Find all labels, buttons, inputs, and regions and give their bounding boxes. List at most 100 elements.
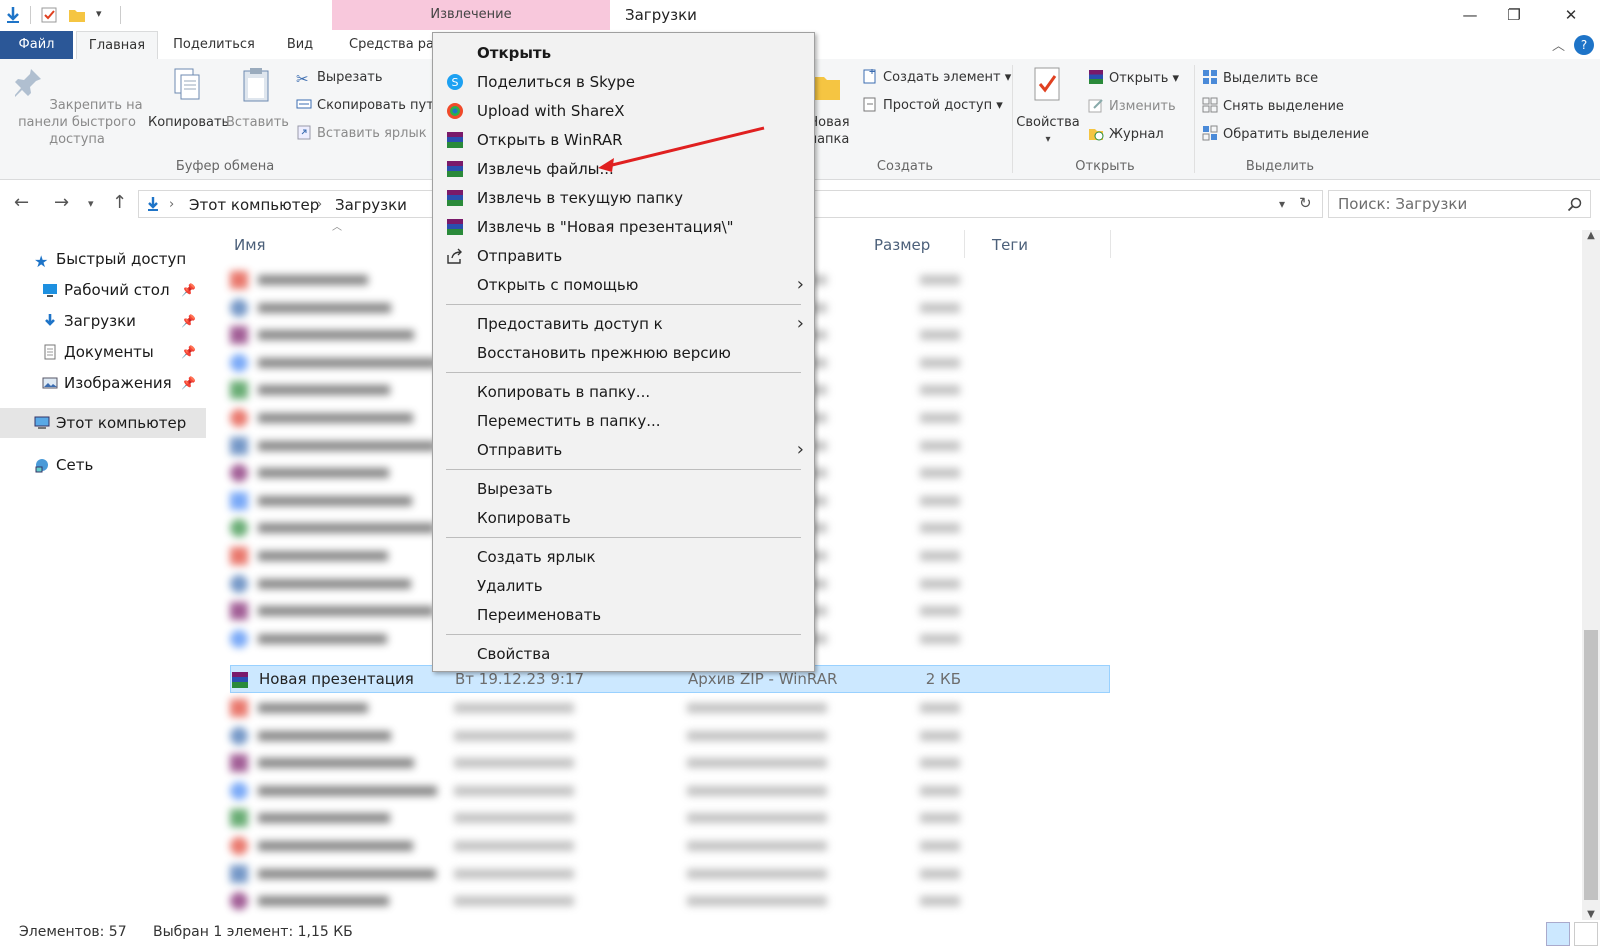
cut-button[interactable]: ✂ Вырезать [296,67,383,89]
menu-item-copy-to[interactable]: Копировать в папку... [433,378,814,406]
copy-button[interactable]: Копировать [148,65,229,131]
help-icon[interactable]: ? [1574,35,1594,55]
pin-icon[interactable]: 📌 [181,368,196,398]
tab-view[interactable]: Вид [274,31,326,59]
search-box[interactable] [1328,190,1591,218]
breadcrumb-downloads[interactable]: Загрузки [335,196,407,214]
menu-item-extract-to[interactable]: Извлечь в "Новая презентация\" [433,213,814,241]
refresh-icon[interactable]: ↻ [1299,194,1312,212]
menu-item-extract-here[interactable]: Извлечь в текущую папку [433,184,814,212]
nav-downloads[interactable]: Загрузки 📌 [0,306,206,336]
pin-quick-access-button[interactable]: Закрепить на панели быстрого доступа [6,65,148,148]
vertical-scrollbar[interactable]: ▲ ▼ [1582,230,1600,920]
menu-item-create-shortcut[interactable]: Создать ярлык [433,543,814,571]
easy-access-button[interactable]: Простой доступ ▾ [862,95,1003,117]
menu-item-copy[interactable]: Копировать [433,504,814,532]
menu-item-cut[interactable]: Вырезать [433,475,814,503]
properties-button[interactable]: Свойства ▾ [1016,65,1080,148]
scroll-up-icon[interactable]: ▲ [1582,230,1600,241]
history-button[interactable]: Журнал [1088,124,1164,146]
status-bar: Элементов: 57 Выбран 1 элемент: 1,15 КБ [0,920,1600,948]
table-row[interactable] [230,860,1110,888]
menu-item-rename[interactable]: Переименовать [433,601,814,629]
qa-customize-icon[interactable]: ▾ [96,7,102,20]
table-row[interactable] [230,749,1110,777]
nav-documents[interactable]: Документы 📌 [0,337,206,367]
menu-item-open-with[interactable]: Открыть с помощью › [433,271,814,299]
table-row[interactable] [230,832,1110,860]
menu-item-sharex[interactable]: Upload with ShareX [433,97,814,125]
edit-button[interactable]: Изменить [1088,96,1176,118]
nav-desktop[interactable]: Рабочий стол 📌 [0,275,206,305]
menu-item-restore-version[interactable]: Восстановить прежнюю версию [433,339,814,367]
menu-item-open-winrar[interactable]: Открыть в WinRAR [433,126,814,154]
select-all-button[interactable]: Выделить все [1202,68,1318,90]
menu-item-extract-files[interactable]: Извлечь файлы... [433,155,814,183]
menu-item-open[interactable]: Открыть [433,39,814,67]
pin-icon[interactable]: 📌 [181,306,196,336]
new-item-button[interactable]: Создать элемент ▾ [862,67,1011,89]
table-row[interactable] [230,777,1110,805]
paste-button[interactable]: Вставить [226,65,289,131]
new-folder-icon[interactable] [68,6,86,24]
search-input[interactable] [1338,192,1558,216]
paste-shortcut-button[interactable]: Вставить ярлык [296,123,427,145]
table-row[interactable] [230,804,1110,832]
scrollbar-thumb[interactable] [1584,630,1598,900]
minimize-button[interactable]: — [1447,0,1493,30]
tab-compressed-tools[interactable]: Средства раб [334,31,434,59]
tab-share[interactable]: Поделиться [162,31,266,59]
select-none-button[interactable]: Снять выделение [1202,96,1344,118]
menu-item-grant-access[interactable]: Предоставить доступ к › [433,310,814,338]
menu-item-share[interactable]: Отправить [433,242,814,270]
recent-locations-icon[interactable]: ▾ [88,197,94,210]
up-arrow-icon[interactable]: ↑ [112,192,127,213]
details-view-icon[interactable] [1546,922,1570,946]
column-header-size[interactable]: Размер [874,236,930,254]
file-icon [230,602,248,621]
blurred-text [687,841,827,851]
search-icon[interactable] [1567,197,1582,212]
download-arrow-icon[interactable] [4,6,22,24]
menu-item-properties[interactable]: Свойства [433,640,814,668]
forward-arrow-icon[interactable]: → [54,192,69,213]
open-button[interactable]: Открыть ▾ [1088,68,1179,90]
menu-item-send-to[interactable]: Отправить › [433,436,814,464]
large-icons-view-icon[interactable] [1574,922,1598,946]
properties-check-icon[interactable] [40,6,58,24]
table-row[interactable] [230,722,1110,750]
tab-home[interactable]: Главная [76,31,158,60]
properties-dropdown-icon: ▾ [1045,134,1051,145]
menu-item-delete[interactable]: Удалить [433,572,814,600]
blurred-text [258,841,413,851]
nav-network[interactable]: Сеть [0,450,206,480]
select-none-label: Снять выделение [1223,99,1344,114]
context-tab-extract[interactable]: Извлечение [332,0,610,30]
ribbon-collapse-icon[interactable]: ︿ [1552,35,1565,54]
address-dropdown-icon[interactable]: ▾ [1279,197,1285,211]
column-header-tags[interactable]: Теги [992,236,1028,254]
invert-selection-button[interactable]: Обратить выделение [1202,124,1369,146]
copy-path-button[interactable]: Скопировать путь [296,95,441,117]
tab-file[interactable]: Файл [0,31,73,59]
table-row[interactable] [230,887,1110,915]
table-row[interactable] [230,694,1110,722]
close-button[interactable]: ✕ [1548,0,1594,30]
column-header-name[interactable]: Имя [234,236,266,254]
menu-item-skype[interactable]: S Поделиться в Skype [433,68,814,96]
pin-icon[interactable]: 📌 [181,275,196,305]
menu-label: Поделиться в Skype [477,73,635,91]
pin-icon[interactable]: 📌 [181,337,196,367]
open-group-label: Открыть [1075,159,1135,174]
menu-item-move-to[interactable]: Переместить в папку... [433,407,814,435]
blurred-text [920,385,960,396]
breadcrumb-this-pc[interactable]: Этот компьютер [189,196,319,214]
scroll-down-icon[interactable]: ▼ [1582,909,1600,920]
blurred-text [920,813,960,824]
nav-quick-access[interactable]: ★ Быстрый доступ [0,244,206,274]
nav-this-pc[interactable]: Этот компьютер [0,408,206,438]
nav-pictures[interactable]: Изображения 📌 [0,368,206,398]
back-arrow-icon[interactable]: ← [14,192,29,213]
restore-button[interactable]: ❐ [1491,0,1537,30]
blurred-text [258,468,389,479]
